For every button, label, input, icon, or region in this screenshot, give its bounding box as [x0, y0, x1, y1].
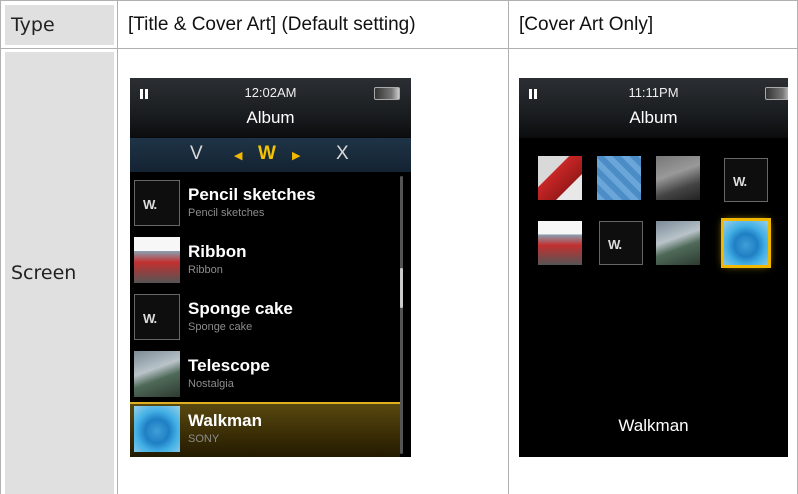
album-art-thumbnail[interactable] [597, 156, 641, 200]
arrow-right-icon[interactable]: ▶ [292, 149, 300, 162]
header-type-cell: Type [5, 5, 114, 45]
table-border-mid [0, 48, 798, 49]
item-subtitle: Nostalgia [188, 378, 234, 390]
item-title: Telescope [188, 356, 270, 375]
header-cover-art-only: [Cover Art Only] [519, 14, 654, 35]
scrollbar-thumb[interactable] [400, 268, 403, 308]
table-border-top [0, 0, 798, 1]
list-item[interactable]: Telescope Nostalgia [130, 347, 400, 402]
clock: 11:11PM [628, 85, 679, 100]
scrollbar-track[interactable] [400, 176, 403, 454]
list-item[interactable]: W. Sponge cake Sponge cake [130, 290, 400, 345]
list-item[interactable]: W. Pencil sketches Pencil sketches [130, 176, 400, 231]
walkman-logo-icon: W. [134, 294, 180, 340]
item-title: Pencil sketches [188, 185, 316, 204]
list-item-selected[interactable]: Walkman SONY [130, 402, 400, 457]
item-title: Sponge cake [188, 299, 293, 318]
screen-title: Album [629, 108, 678, 127]
walkman-logo-icon: W. [134, 180, 180, 226]
album-art-thumbnail[interactable] [538, 221, 582, 265]
letter-prev[interactable]: V [190, 143, 203, 165]
status-bar: 11:11PM Album [519, 78, 788, 138]
item-title: Ribbon [188, 242, 247, 261]
letter-current[interactable]: W [258, 143, 276, 165]
row-label-screen: Screen [5, 52, 114, 494]
battery-icon [765, 87, 788, 100]
item-subtitle: Pencil sketches [188, 207, 265, 219]
album-art-thumbnail[interactable] [538, 156, 582, 200]
letter-next[interactable]: X [336, 143, 349, 165]
header-title-cover-art: [Title & Cover Art] (Default setting) [128, 14, 416, 35]
album-art-thumbnail-selected[interactable] [721, 218, 771, 268]
arrow-left-icon[interactable]: ◀ [234, 149, 242, 162]
item-subtitle: Sponge cake [188, 321, 253, 333]
player-screen-title-cover-art: 12:02AM Album V ◀ W ▶ X W. Pencil sketch… [130, 78, 411, 457]
album-art-thumbnail[interactable] [656, 221, 700, 265]
player-screen-cover-art-only: 11:11PM Album W. W. Walkman [519, 78, 788, 457]
album-art-thumbnail[interactable] [656, 156, 700, 200]
table-divider-2 [508, 0, 509, 494]
item-title: Walkman [188, 411, 263, 430]
item-subtitle: SONY [188, 433, 220, 445]
album-art-thumbnail [134, 406, 180, 452]
table-border-left [0, 0, 1, 494]
list-item[interactable]: Ribbon Ribbon [130, 233, 400, 288]
item-subtitle: Ribbon [188, 264, 223, 276]
status-bar: 12:02AM Album [130, 78, 411, 138]
clock: 12:02AM [244, 85, 297, 100]
table-divider-1 [117, 0, 118, 494]
battery-icon [374, 87, 400, 100]
letter-index-bar[interactable]: V ◀ W ▶ X [130, 138, 411, 172]
walkman-logo-icon[interactable]: W. [724, 158, 768, 202]
selected-album-label: Walkman [618, 416, 689, 435]
album-art-thumbnail [134, 351, 180, 397]
screen-title: Album [246, 108, 295, 127]
album-art-thumbnail [134, 237, 180, 283]
walkman-logo-icon[interactable]: W. [599, 221, 643, 265]
